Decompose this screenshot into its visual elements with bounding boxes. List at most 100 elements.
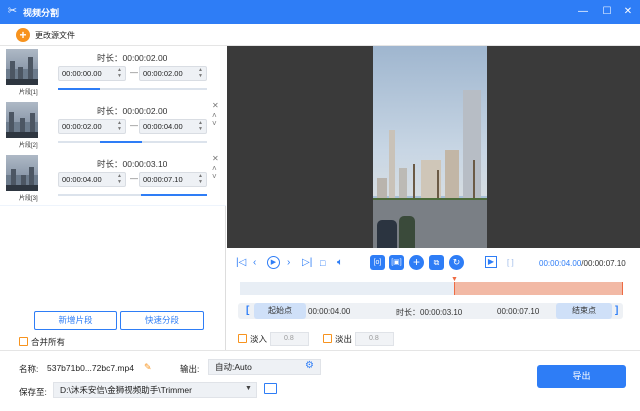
time-display: 00:00:04.00/00:00:07.10	[539, 259, 626, 268]
step-back-icon[interactable]: ‹	[253, 256, 256, 270]
reset-icon[interactable]: ↻	[449, 255, 464, 270]
segment-thumbnail	[6, 155, 38, 191]
stop-icon[interactable]: □	[320, 256, 325, 270]
range-bar: [ 起始点 00:00:04.00 时长：00:00:03.10 00:00:0…	[238, 303, 623, 319]
timeline-selection[interactable]	[454, 282, 623, 295]
gear-icon[interactable]: ⚙	[305, 360, 314, 371]
step-forward-icon[interactable]: ›	[287, 256, 290, 270]
remove-segment-icon[interactable]: ✕	[212, 155, 219, 163]
mark-in-icon[interactable]: [o]	[370, 255, 385, 270]
segment-list: 片段[1] 时长：00:00:02.00 00:00:00.00 ▲ ▼ — 00:…	[0, 46, 226, 206]
output-label: 输出:	[180, 364, 200, 374]
fade-out-checkbox[interactable]: 淡出	[323, 333, 352, 345]
segment-progress	[58, 194, 207, 196]
spinner-icon: ▲ ▼	[117, 173, 122, 185]
segment-item[interactable]: 片段[3] 时长：00:00:03.10 00:00:04.00 ▲ ▼ — 00:…	[0, 152, 226, 205]
segment-duration: 时长：00:00:03.10	[97, 159, 168, 169]
checkbox-icon[interactable]	[323, 334, 332, 343]
merge-all-checkbox[interactable]: 合并所有	[19, 336, 65, 348]
segment-progress-fill	[100, 141, 142, 143]
go-to-start-icon[interactable]: |◁	[236, 256, 246, 270]
bracket-left-icon: [	[246, 305, 250, 316]
edit-name-icon[interactable]: ✎	[144, 362, 152, 373]
set-start-button[interactable]: 起始点	[254, 303, 306, 319]
segment-item[interactable]: 片段[1] 时长：00:00:02.00 00:00:00.00 ▲ ▼ — 00:…	[0, 46, 226, 99]
move-down-icon[interactable]: ˅	[212, 173, 217, 181]
checkbox-icon[interactable]	[238, 334, 247, 343]
fullscreen-icon[interactable]: [ ]	[507, 256, 514, 270]
spinner-icon: ▲ ▼	[198, 67, 203, 79]
add-icon[interactable]: +	[16, 28, 30, 42]
segment-label: 片段[3]	[19, 196, 38, 202]
title-bar: ✂ 视频分割 — ☐ ✕	[0, 0, 640, 24]
segment-label: 片段[1]	[19, 90, 38, 96]
segment-end-field[interactable]: 00:00:04.00 ▲ ▼	[139, 119, 207, 134]
minimize-button[interactable]: —	[575, 4, 591, 20]
save-label: 保存至:	[19, 387, 47, 397]
maximize-button[interactable]: ☐	[599, 4, 615, 20]
segment-progress	[58, 88, 207, 90]
video-preview[interactable]	[227, 46, 640, 248]
segment-label: 片段[2]	[19, 143, 38, 149]
go-to-end-icon[interactable]: ▷|	[302, 256, 312, 270]
segment-progress-fill	[141, 194, 207, 196]
add-segment-icon[interactable]: +	[409, 255, 424, 270]
fade-in-label: 淡入	[250, 334, 268, 344]
segment-item[interactable]: 片段[2] 时长：00:00:02.00 00:00:02.00 ▲ ▼ — 00:…	[0, 99, 226, 152]
fade-out-label: 淡出	[335, 334, 353, 344]
segment-duration: 时长：00:00:02.00	[97, 53, 168, 63]
chevron-down-icon[interactable]: ▼	[245, 385, 252, 392]
segment-start-field[interactable]: 00:00:00.00 ▲ ▼	[58, 66, 126, 81]
quick-split-button[interactable]: 快速分段	[120, 311, 204, 330]
spinner-icon: ▲ ▼	[198, 120, 203, 132]
segment-thumbnail	[6, 102, 38, 138]
segment-duration: 时长：00:00:02.00	[97, 106, 168, 116]
segment-panel: 片段[1] 时长：00:00:02.00 00:00:00.00 ▲ ▼ — 00:…	[0, 46, 226, 350]
scissors-icon: ✂	[7, 5, 18, 17]
save-path-field[interactable]: D:\沐禾安信\金狮视频助手\Trimmer	[53, 382, 257, 398]
folder-icon[interactable]	[264, 383, 277, 394]
timeline[interactable]: ▼	[240, 276, 623, 295]
checkbox-icon[interactable]	[19, 337, 28, 346]
move-down-icon[interactable]: ˅	[212, 120, 217, 128]
mark-out-icon[interactable]: [▣]	[389, 255, 404, 270]
export-button[interactable]: 导出	[537, 365, 626, 388]
add-segment-button[interactable]: 新增片段	[34, 311, 117, 330]
segment-end-field[interactable]: 00:00:07.10 ▲ ▼	[139, 172, 207, 187]
set-end-button[interactable]: 结束点	[556, 303, 612, 319]
merge-all-label: 合并所有	[31, 337, 66, 347]
current-time: 00:00:04.00	[539, 259, 582, 268]
volume-icon[interactable]: 🔈︎	[337, 256, 343, 270]
copy-icon[interactable]: ⧉	[429, 255, 444, 270]
playhead-icon[interactable]: ▼	[451, 276, 458, 283]
video-frame	[373, 46, 487, 248]
range-dash: —	[130, 174, 138, 183]
start-time[interactable]: 00:00:04.00	[308, 307, 350, 316]
change-source-button[interactable]: 更改源文件	[35, 30, 75, 41]
fade-in-checkbox[interactable]: 淡入	[238, 333, 267, 345]
play-icon[interactable]: ▶	[267, 256, 280, 269]
segment-start-field[interactable]: 00:00:04.00 ▲ ▼	[58, 172, 126, 187]
spinner-icon: ▲ ▼	[198, 173, 203, 185]
playback-controls: |◁ ‹ ▶ › ▷| □ 🔈︎ [o] [▣] + ⧉ ↻ ▶ [ ] 00:…	[227, 250, 640, 278]
range-dash: —	[130, 121, 138, 130]
toolbar: + 更改源文件	[0, 24, 640, 46]
spinner-icon: ▲ ▼	[117, 67, 122, 79]
segment-progress-fill	[58, 88, 100, 90]
close-button[interactable]: ✕	[620, 4, 636, 20]
end-time[interactable]: 00:00:07.10	[497, 307, 539, 316]
fade-in-field[interactable]: 0.8	[270, 332, 309, 346]
spinner-icon: ▲ ▼	[117, 120, 122, 132]
fade-out-field[interactable]: 0.8	[355, 332, 394, 346]
segment-progress	[58, 141, 207, 143]
name-label: 名称:	[19, 364, 39, 374]
range-dash: —	[130, 68, 138, 77]
file-name: 537b71b0...72bc7.mp4	[47, 363, 134, 373]
preview-segment-icon[interactable]: ▶	[485, 256, 497, 268]
segment-end-field[interactable]: 00:00:02.00 ▲ ▼	[139, 66, 207, 81]
window-title: 视频分割	[23, 8, 60, 18]
segment-start-field[interactable]: 00:00:02.00 ▲ ▼	[58, 119, 126, 134]
remove-segment-icon[interactable]: ✕	[212, 102, 219, 110]
total-time: /00:00:07.10	[581, 259, 626, 268]
segment-thumbnail	[6, 49, 38, 85]
